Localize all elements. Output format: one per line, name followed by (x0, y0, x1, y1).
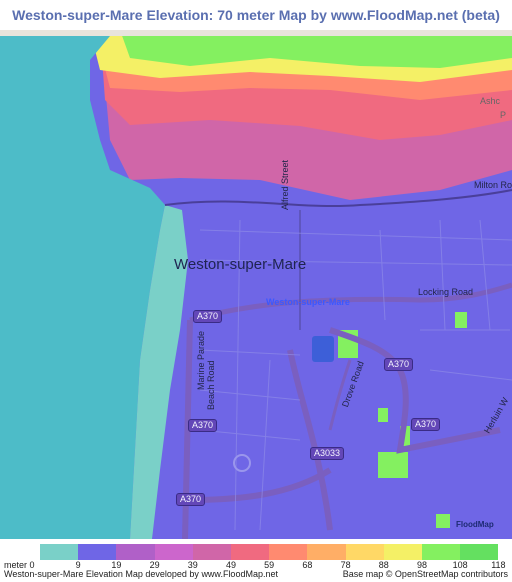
legend-swatch (269, 544, 308, 560)
legend-swatch (230, 544, 270, 560)
elevation-map[interactable]: Weston-super-Mare Alfred Street Locking … (0, 30, 512, 539)
legend-swatch (154, 544, 193, 560)
legend-swatch (307, 544, 346, 560)
place-label-ashcombe-park: P (500, 110, 507, 120)
footer-basemap: Base map © OpenStreetMap contributors (342, 569, 508, 579)
legend-swatch (383, 544, 422, 560)
road-label-marine-parade: Marine Parade (196, 330, 206, 390)
place-label-ashcombe: Ashc (480, 96, 501, 106)
legend-swatch (460, 544, 499, 560)
road-label-alfred-street: Alfred Street (280, 159, 290, 210)
legend-swatch (78, 544, 117, 560)
road-shield-a370-north: A370 (193, 310, 223, 323)
elevation-overlay (0, 30, 512, 539)
road-label-locking-road: Locking Road (418, 287, 474, 297)
page-title: Weston-super-Mare Elevation: 70 meter Ma… (12, 7, 500, 23)
footer-credit: Weston-super-Mare Elevation Map develope… (4, 569, 278, 579)
place-label-weston: Weston-super-Mare (174, 256, 307, 273)
road-shield-a370-east: A370 (384, 358, 414, 371)
legend-swatch (116, 544, 155, 560)
legend-swatch (421, 544, 461, 560)
station-label: Weston-super-Mare (266, 297, 350, 307)
road-shield-a370-southeast: A370 (411, 418, 441, 431)
legend-swatch (40, 544, 79, 560)
road-shield-a370-south: A370 (176, 493, 206, 506)
road-label-milton-road: Milton Ro (474, 180, 512, 190)
floodmap-logo: FloodMap (456, 520, 494, 529)
legend-swatch (345, 544, 384, 560)
road-label-beach-road: Beach Road (206, 360, 216, 410)
road-shield-a370-mid: A370 (188, 419, 218, 432)
legend-tick: 68 (302, 560, 313, 570)
road-shield-a3033: A3033 (310, 447, 345, 460)
legend-swatches (40, 544, 499, 560)
legend-swatch (192, 544, 231, 560)
